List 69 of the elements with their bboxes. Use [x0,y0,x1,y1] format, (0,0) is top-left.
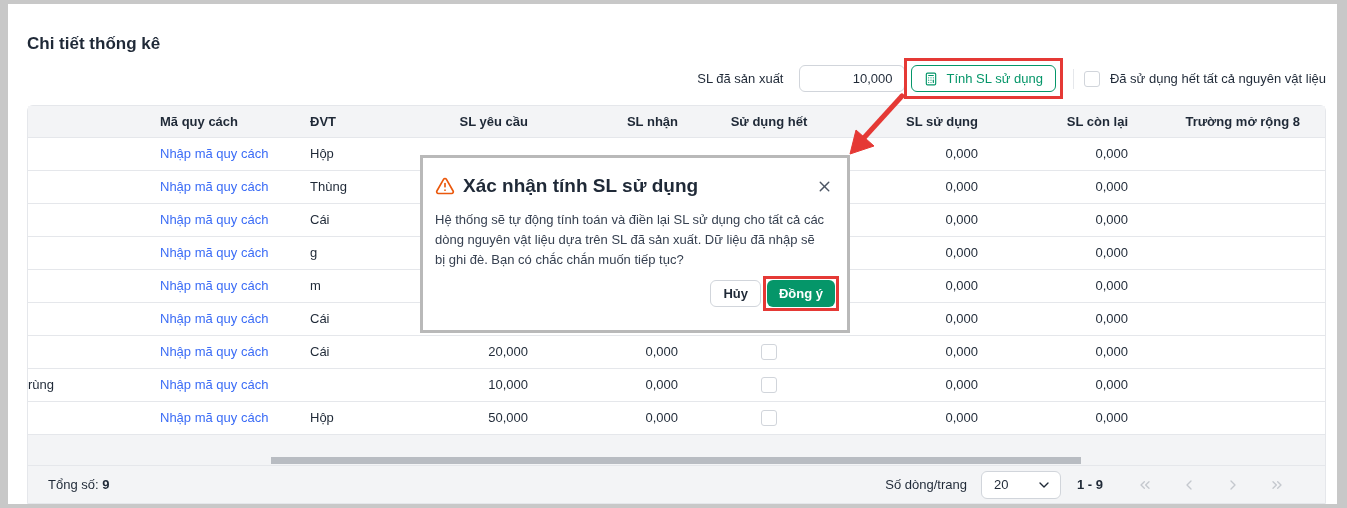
checkbox[interactable] [761,410,777,426]
table-cell-text: 0,000 [945,310,978,329]
table-cell-text: 0,000 [1095,310,1128,329]
spec-link[interactable]: Nhập mã quy cách [160,408,269,428]
table-cell-text: 0,000 [645,409,678,428]
table-cell-text: Cái [310,310,330,329]
dialog-title: Xác nhận tính SL sử dụng [463,174,699,198]
spec-link[interactable]: Nhập mã quy cách [160,342,269,362]
dialog-message: Hệ thống sẽ tự động tính toán và điền lại SL sử dụng cho tất cả các dòng nguyên vật liệu dựa trên SL đã sản xuất. Dữ liệu đã nhập sẽ bị ghi đè. Bạn có chắc chắn muốn tiếp tục? [435,211,826,269]
table-cell-text: Cái [310,343,330,362]
table-cell-text: 0,000 [645,376,678,395]
checkbox[interactable] [761,377,777,393]
scrollbar-thumb[interactable] [271,457,1081,464]
table-cell-text: 10,000 [488,376,528,395]
table-cell-text: m [310,277,321,296]
table-cell-text: 0,000 [645,343,678,362]
spec-link[interactable]: Nhập mã quy cách [160,210,269,230]
section-title: Chi tiết thống kê [27,33,162,55]
spec-link[interactable]: Nhập mã quy cách [160,375,269,395]
spec-link[interactable]: Nhập mã quy cách [160,144,269,164]
checkbox-label: Đã sử dụng hết tất cả nguyên vật liệu [1109,69,1326,88]
table-cell-text: Cái [310,211,330,230]
spec-link[interactable]: Nhập mã quy cách [160,276,269,296]
table-cell-text: 20,000 [488,343,528,362]
spec-link[interactable]: Nhập mã quy cách [160,309,269,329]
table-cell-text: 0,000 [1095,343,1128,362]
total-count: Tổng số: 9 [48,475,110,494]
column-header: SL yêu cầu [459,112,528,131]
column-header: Trường mở rộng 8 [1185,112,1300,131]
table-cell-text: 0,000 [1095,244,1128,263]
table-cell-text: 0,000 [945,343,978,362]
column-header: SL còn lại [1066,112,1128,131]
column-header: SL nhận [626,112,678,131]
table-cell-text: Thùng [310,178,347,197]
page-size-select[interactable]: 20 [981,470,1061,499]
table-cell-text: 50,000 [488,409,528,428]
page-range: 1 - 9 [1077,475,1103,494]
table-cell-text: 0,000 [945,277,978,296]
column-header: Mã quy cách [160,112,239,131]
table-cell-text: rùng [28,376,55,395]
spec-link[interactable]: Nhập mã quy cách [160,243,269,263]
table-cell-text: g [310,244,318,263]
table-cell-text: 0,000 [1095,145,1128,164]
confirm-button[interactable]: Đồng ý [766,280,835,307]
table-cell-text: 0,000 [1095,211,1128,230]
field-label: SL đã sản xuất [697,69,784,88]
warning-icon [435,176,455,196]
table-cell-text: 0,000 [945,409,978,428]
table-cell-text: 0,000 [945,376,978,395]
table-cell-text: 0,000 [945,211,978,230]
table-cell-text: 0,000 [945,244,978,263]
table-cell-text: 0,000 [1095,409,1128,428]
table-cell-text: 0,000 [945,178,978,197]
table-cell-text: 0,000 [1095,376,1128,395]
page-size-label: Số dòng/trang [885,475,967,494]
calculator-icon [924,71,939,86]
cancel-button[interactable]: Hủy [710,280,761,307]
checkbox[interactable] [761,344,777,360]
table-cell-text: 0,000 [945,145,978,164]
column-header: ĐVT [310,112,336,131]
column-header: Sử dụng hết [730,112,808,131]
spec-link[interactable]: Nhập mã quy cách [160,177,269,197]
checkbox[interactable] [1083,70,1100,87]
column-header: SL sử dụng [906,112,978,131]
table-cell-text: 0,000 [1095,178,1128,197]
calculate-button[interactable]: Tính SL sử dụng [911,65,1056,92]
table-cell-text: 0,000 [1095,277,1128,296]
table-cell-text: Hộp [310,409,334,428]
table-cell-text: Hộp [310,145,334,164]
